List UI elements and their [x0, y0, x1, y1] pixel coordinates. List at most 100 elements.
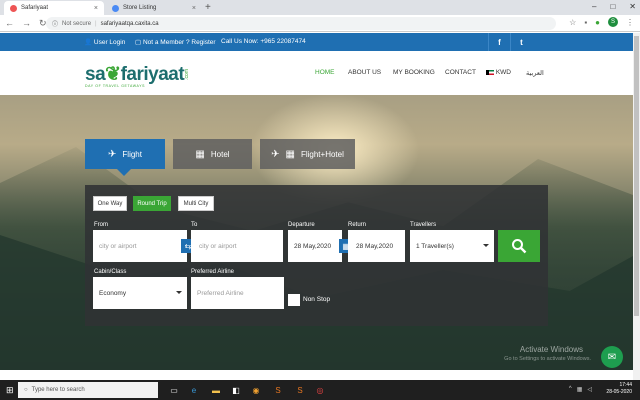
site-header: sa❦fariyaat .com DAY OF TRAVEL GETAWAYS …: [0, 51, 633, 95]
hero-banner: ✈ Flight ▦ Hotel ✈ ▦ Flight+Hotel One Wa…: [0, 95, 633, 370]
site-logo[interactable]: sa❦fariyaat: [85, 63, 185, 86]
sublime-icon[interactable]: S: [294, 384, 306, 396]
system-tray: ^ ▦ ◁: [569, 386, 592, 393]
maximize-icon[interactable]: □: [610, 2, 615, 11]
clock-time: 17:44: [619, 382, 632, 388]
tab-hotel[interactable]: ▦ Hotel: [173, 139, 252, 169]
chat-button[interactable]: ✉: [601, 346, 623, 368]
clock-date: 28-05-2020: [606, 389, 632, 395]
nav-my-booking[interactable]: MY BOOKING: [393, 69, 435, 76]
page-below-hero: [0, 370, 633, 380]
cabin-select[interactable]: Economy: [93, 277, 187, 309]
search-icon: ○: [24, 387, 28, 393]
tab-flight-hotel[interactable]: ✈ ▦ Flight+Hotel: [260, 139, 355, 169]
document-icon: ▢: [135, 39, 142, 46]
windows-start-icon[interactable]: ⊞: [6, 385, 14, 396]
chrome-icon[interactable]: ◎: [314, 384, 326, 396]
search-button[interactable]: [498, 230, 540, 262]
browser-tab-store-listing[interactable]: Store Listing ×: [106, 1, 202, 15]
info-icon: ⓘ: [52, 22, 59, 28]
hotel-icon: ▦: [285, 148, 295, 160]
favicon-icon: [10, 4, 17, 12]
search-icon: [512, 239, 527, 254]
site-top-bar: 👤 User Login ▢ Not a Member ? Register C…: [0, 33, 633, 51]
departure-input[interactable]: 28 May,2020: [288, 230, 342, 262]
active-tab-pointer: [117, 169, 131, 176]
user-login-link[interactable]: 👤 User Login: [84, 38, 125, 46]
travellers-label: Travellers: [410, 222, 437, 228]
url-input[interactable]: ⓘ Not secure | safariyaatqa.caxita.ca: [46, 17, 556, 30]
store-icon[interactable]: ◧: [230, 384, 242, 396]
airline-label: Preferred Airline: [191, 269, 235, 275]
facebook-icon[interactable]: f: [488, 33, 510, 51]
os-taskbar: ⊞ ○ Type here to search ▭ e ▬ ◧ ◉ S S ◎ …: [0, 380, 640, 400]
return-input[interactable]: 28 May,2020: [348, 230, 405, 262]
departure-label: Departure: [288, 222, 315, 228]
extension-icon[interactable]: ●: [595, 18, 600, 27]
currency-selector[interactable]: KWD: [486, 69, 511, 76]
chevron-down-icon: [483, 244, 489, 247]
extension-icon[interactable]: ▪: [584, 18, 587, 27]
register-link[interactable]: ▢ Not a Member ? Register: [135, 38, 216, 46]
chevron-up-icon[interactable]: ^: [569, 386, 572, 393]
favicon-icon: [112, 4, 119, 12]
non-stop-checkbox[interactable]: [288, 294, 300, 306]
network-icon[interactable]: ▦: [577, 386, 583, 393]
task-view-icon[interactable]: ▭: [168, 384, 180, 396]
non-stop-label: Non Stop: [303, 296, 331, 303]
tab-title: Safariyaat: [21, 5, 49, 11]
new-tab-icon[interactable]: +: [205, 2, 211, 13]
edge-icon[interactable]: e: [188, 384, 200, 396]
browser-tab-bar: Safariyaat × Store Listing × + – □ ✕: [0, 0, 640, 15]
tab-title: Store Listing: [123, 5, 157, 11]
mail-icon: ✉: [607, 351, 617, 363]
trip-round-trip[interactable]: Round Trip: [133, 196, 171, 211]
nav-about[interactable]: ABOUT US: [348, 69, 381, 76]
nav-home[interactable]: HOME: [315, 69, 335, 76]
scrollbar-thumb[interactable]: [634, 36, 639, 316]
nav-arabic[interactable]: العربية: [526, 69, 544, 77]
window-controls: – □ ✕: [592, 2, 636, 11]
close-window-icon[interactable]: ✕: [629, 2, 636, 11]
star-icon[interactable]: ☆: [569, 18, 576, 27]
address-bar-row: ← → ↻ ⓘ Not secure | safariyaatqa.caxita…: [0, 15, 640, 32]
preferred-airline-input[interactable]: Preferred Airline: [191, 277, 284, 309]
file-explorer-icon[interactable]: ▬: [210, 384, 222, 396]
kuwait-flag-icon: [486, 69, 494, 75]
security-label: Not secure: [62, 20, 92, 27]
from-input[interactable]: city or airport: [93, 230, 187, 262]
chevron-down-icon: [176, 291, 182, 294]
from-label: From: [94, 222, 108, 228]
user-icon: 👤: [84, 39, 93, 46]
airplane-icon: ✈: [108, 148, 117, 160]
travellers-select[interactable]: 1 Traveller(s): [410, 230, 494, 262]
forward-icon[interactable]: →: [22, 18, 31, 29]
url-text: safariyaatqa.caxita.ca: [100, 20, 159, 27]
app-icon[interactable]: ◉: [250, 384, 262, 396]
twitter-icon[interactable]: t: [510, 33, 532, 51]
to-input[interactable]: city or airport: [191, 230, 283, 262]
close-tab-icon[interactable]: ×: [192, 5, 196, 12]
trip-multi-city[interactable]: Multi City: [178, 196, 214, 211]
profile-avatar[interactable]: S: [608, 17, 618, 27]
activate-windows-subtitle: Go to Settings to activate Windows.: [504, 356, 591, 362]
clock[interactable]: 17:44 28-05-2020: [606, 382, 632, 396]
trip-one-way[interactable]: One Way: [93, 196, 127, 211]
nav-contact[interactable]: CONTACT: [445, 69, 476, 76]
taskbar-search-input[interactable]: ○ Type here to search: [18, 382, 158, 398]
to-label: To: [191, 222, 198, 228]
close-tab-icon[interactable]: ×: [94, 5, 98, 12]
minimize-icon[interactable]: –: [592, 2, 596, 11]
call-us-text: Call Us Now: +965 22087474: [221, 38, 306, 45]
flight-search-panel: One Way Round Trip Multi City From city …: [85, 185, 548, 326]
airplane-icon: ✈: [271, 148, 280, 160]
volume-icon[interactable]: ◁: [587, 386, 592, 393]
menu-icon[interactable]: ⋮: [626, 18, 634, 27]
cabin-label: Cabin/Class: [94, 269, 127, 275]
tab-flight[interactable]: ✈ Flight: [85, 139, 165, 169]
back-icon[interactable]: ←: [5, 18, 14, 29]
logo-tagline: DAY OF TRAVEL GETAWAYS: [85, 84, 146, 88]
leaf-icon: ❦: [105, 64, 121, 85]
sublime-icon[interactable]: S: [272, 384, 284, 396]
browser-tab-safariyaat[interactable]: Safariyaat ×: [4, 1, 104, 15]
